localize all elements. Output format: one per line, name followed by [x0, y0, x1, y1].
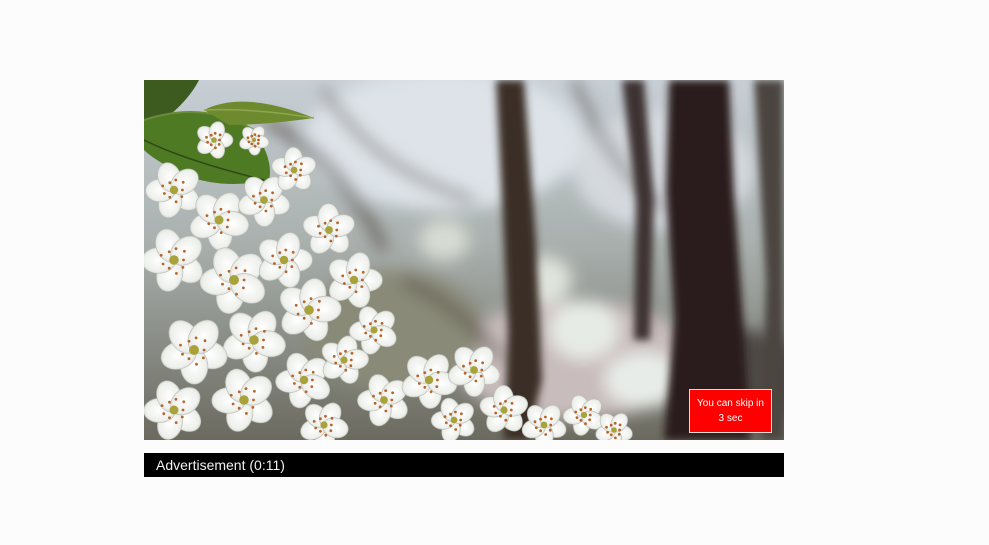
advertisement-video[interactable]	[144, 80, 784, 440]
skip-countdown-line2: 3 sec	[718, 413, 743, 424]
advertisement-bar: Advertisement (0:11)	[144, 453, 784, 477]
skip-countdown-line1: You can skip in	[697, 398, 764, 409]
advertisement-label: Advertisement (0:11)	[156, 457, 285, 473]
skip-countdown-box: You can skip in 3 sec	[689, 389, 772, 433]
video-player[interactable]: You can skip in 3 sec	[144, 80, 784, 440]
